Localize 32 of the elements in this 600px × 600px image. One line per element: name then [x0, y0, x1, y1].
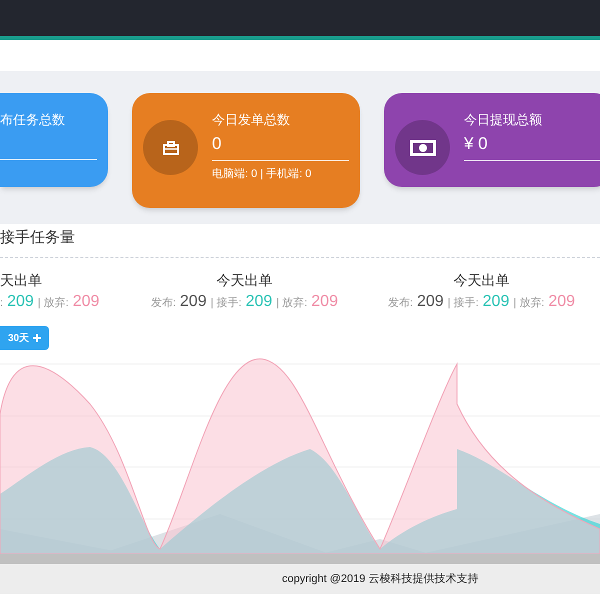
plus-icon: [33, 334, 42, 342]
banknote-icon: [408, 138, 436, 156]
stat-value: 209: [7, 292, 34, 312]
stat-value: 209: [482, 292, 510, 312]
stat-value: 209: [548, 292, 576, 312]
stat-label: :: [0, 296, 4, 311]
scrollbar[interactable]: [0, 554, 600, 564]
copyright-text: copyright @2019 云梭科技提供技术支持: [282, 572, 478, 587]
stat-value: 209: [72, 292, 100, 312]
card-value: 0: [212, 133, 222, 155]
stat-label: 发布:: [150, 296, 176, 311]
stat-label: | 接手:: [210, 296, 242, 311]
stat-label: | 放弃:: [38, 296, 69, 311]
stat-title: 天出单: [0, 271, 42, 290]
stat-value: 209: [311, 292, 338, 312]
section-title: 接手任务量: [0, 228, 75, 248]
stat-label: | 放弃:: [276, 296, 308, 311]
stat-value: 209: [246, 292, 272, 312]
briefcase-icon: [162, 140, 178, 154]
stat-title: 今天出单: [453, 271, 510, 290]
stat-label: | 放弃:: [513, 296, 544, 311]
card-title: 布任务总数: [0, 111, 66, 129]
card-subtitle: 电脑端: 0 | 手机端: 0: [212, 167, 312, 181]
stat-title: 今天出单: [216, 271, 272, 290]
stat-value: 209: [180, 292, 207, 312]
stat-value: 209: [416, 292, 444, 312]
stat-label: 发布:: [388, 296, 413, 311]
card-title: 今日提现总额: [464, 111, 543, 129]
range-button[interactable]: 30天: [0, 326, 50, 350]
card-value: ¥ 0: [464, 133, 489, 155]
card-title: 今日发单总数: [212, 111, 291, 129]
stat-label: | 接手:: [448, 296, 479, 311]
